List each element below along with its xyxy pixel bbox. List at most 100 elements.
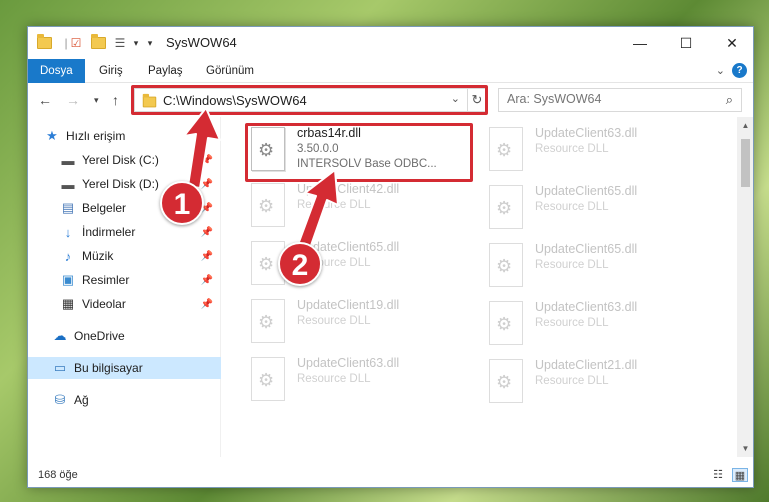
pin-icon[interactable]: 📌 — [201, 275, 213, 286]
scroll-up-icon[interactable]: ▲ — [737, 117, 753, 134]
sidebar-item-pictures[interactable]: ▣ Resimler 📌 — [28, 269, 221, 291]
maximize-button[interactable]: ☐ — [663, 27, 709, 59]
file-item[interactable]: ⚙ UpdateClient65.dll Resource DLL — [485, 181, 705, 233]
sidebar-item-label: Yerel Disk (D:) — [82, 177, 159, 191]
expand-ribbon-icon[interactable]: ⌄ — [716, 64, 725, 77]
videos-icon: ▦ — [61, 296, 75, 311]
recent-locations-icon[interactable]: ▾ — [94, 95, 99, 106]
file-name: UpdateClient21.dll — [535, 358, 638, 372]
sidebar-item-label: Resimler — [82, 273, 130, 287]
dll-file-icon: ⚙ — [251, 299, 285, 343]
sidebar-item-label: Hızlı erişim — [66, 129, 126, 143]
file-item[interactable]: ⚙ UpdateClient21.dll Resource DLL — [485, 355, 705, 407]
downloads-icon: ↓ — [64, 224, 72, 240]
close-button[interactable]: ✕ — [709, 27, 753, 59]
sidebar-item-this-pc[interactable]: ▭ Bu bilgisayar — [28, 357, 221, 379]
pin-icon[interactable]: 📌 — [201, 155, 213, 166]
file-item[interactable]: ⚙ UpdateClient63.dll Resource DLL — [247, 353, 467, 405]
back-arrow-icon[interactable]: ← — [38, 92, 52, 108]
sidebar-item-label: Bu bilgisayar — [74, 361, 143, 375]
tab-share[interactable]: Paylaş — [136, 59, 195, 83]
dll-file-icon: ⚙ — [489, 243, 523, 287]
sidebar-item-videos[interactable]: ▦ Videolar 📌 — [28, 293, 221, 315]
scroll-thumb[interactable] — [741, 139, 750, 187]
network-icon: ⛁ — [54, 392, 66, 407]
file-highlight-box — [245, 123, 473, 182]
callout-2: 2 — [278, 242, 322, 286]
pin-icon[interactable]: 📌 — [201, 227, 213, 238]
file-item[interactable]: ⚙ UpdateClient63.dll Resource DLL — [485, 297, 705, 349]
title-bar: | ☑ ☰ ▾ ▾ SysWOW64 — ☐ ✕ — [28, 27, 753, 59]
sidebar-item-label: OneDrive — [74, 329, 125, 343]
help-icon[interactable]: ? — [732, 63, 747, 78]
star-icon: ★ — [46, 128, 58, 143]
scroll-down-icon[interactable]: ▼ — [737, 440, 753, 457]
sidebar-item-music[interactable]: ♪ Müzik 📌 — [28, 245, 221, 267]
file-type: Resource DLL — [297, 373, 371, 385]
dll-file-icon: ⚙ — [489, 185, 523, 229]
sidebar-item-quick-access[interactable]: ★ Hızlı erişim — [44, 125, 237, 147]
vertical-scrollbar[interactable]: ▲ ▼ — [737, 117, 753, 457]
search-input[interactable] — [507, 92, 707, 106]
file-name: UpdateClient19.dll — [297, 298, 400, 312]
ribbon-tabs: Dosya Giriş Paylaş Görünüm ⌄ ? — [28, 59, 753, 83]
pin-icon[interactable]: 📌 — [201, 251, 213, 262]
music-icon: ♪ — [64, 248, 72, 264]
tiles-view-icon[interactable]: ▦ — [732, 468, 748, 482]
tab-home[interactable]: Giriş — [87, 59, 135, 83]
file-item[interactable]: ⚙ UpdateClient65.dll Resource DLL — [485, 239, 705, 291]
file-item[interactable]: ⚙ UpdateClient42.dll Resource DLL — [247, 179, 467, 231]
file-name: UpdateClient63.dll — [535, 126, 638, 140]
file-name: UpdateClient63.dll — [297, 356, 400, 370]
pictures-icon: ▣ — [61, 272, 75, 287]
folder-icon — [36, 34, 52, 51]
pin-icon[interactable]: 📌 — [201, 179, 213, 190]
properties-icon[interactable]: ☑ — [68, 35, 84, 51]
tab-view[interactable]: Görünüm — [194, 59, 266, 83]
minimize-button[interactable]: — — [617, 27, 663, 59]
tab-file[interactable]: Dosya — [28, 59, 85, 83]
file-name: UpdateClient65.dll — [535, 242, 638, 256]
sidebar-item-label: Müzik — [82, 249, 114, 263]
details-view-icon[interactable]: ☷ — [710, 468, 726, 482]
chevron-down-icon[interactable]: ▾ — [142, 35, 158, 51]
sidebar-item-local-disk-c[interactable]: ▬ Yerel Disk (C:) 📌 — [28, 149, 221, 171]
file-type: Resource DLL — [297, 315, 371, 327]
file-type: Resource DLL — [297, 199, 371, 211]
dll-file-icon: ⚙ — [251, 357, 285, 401]
customize-toolbar-icon[interactable]: ☰ — [112, 35, 128, 51]
callout-1: 1 — [160, 181, 204, 225]
address-highlight-box — [131, 85, 488, 115]
computer-icon: ▭ — [53, 360, 67, 375]
documents-icon: ▤ — [61, 200, 75, 215]
sidebar-item-label: Videolar — [82, 297, 126, 311]
sidebar-item-downloads[interactable]: ↓ İndirmeler 📌 — [28, 221, 221, 243]
search-icon[interactable]: ⌕ — [726, 92, 733, 108]
new-folder-icon[interactable] — [90, 34, 106, 51]
sidebar-item-label: İndirmeler — [82, 225, 136, 239]
status-bar: 168 öğe ☷ ▦ — [28, 463, 753, 487]
file-type: Resource DLL — [535, 201, 609, 213]
sidebar-item-label: Ağ — [74, 393, 89, 407]
file-type: Resource DLL — [535, 143, 609, 155]
dll-file-icon: ⚙ — [489, 301, 523, 345]
file-item[interactable]: ⚙ UpdateClient19.dll Resource DLL — [247, 295, 467, 347]
dll-file-icon: ⚙ — [489, 359, 523, 403]
file-type: Resource DLL — [535, 259, 609, 271]
sidebar-item-onedrive[interactable]: ☁ OneDrive — [28, 325, 221, 347]
file-name: UpdateClient65.dll — [535, 184, 638, 198]
file-type: Resource DLL — [535, 375, 609, 387]
pin-icon[interactable]: 📌 — [201, 299, 213, 310]
drive-icon: ▬ — [61, 152, 75, 168]
forward-arrow-icon[interactable]: → — [66, 92, 80, 108]
item-count: 168 öğe — [38, 469, 78, 481]
drive-icon: ▬ — [61, 176, 75, 192]
file-item[interactable]: ⚙ UpdateClient63.dll Resource DLL — [485, 123, 705, 175]
sidebar-item-network[interactable]: ⛁ Ağ — [28, 389, 221, 411]
search-box[interactable]: ⌕ — [498, 88, 742, 112]
sidebar-item-label: Yerel Disk (C:) — [82, 153, 159, 167]
cloud-icon: ☁ — [53, 328, 67, 343]
navigation-pane: ★ Hızlı erişim ▬ Yerel Disk (C:) 📌 ▬ Yer… — [28, 117, 221, 457]
file-name: UpdateClient42.dll — [297, 182, 400, 196]
up-arrow-icon[interactable]: ↑ — [112, 92, 119, 108]
